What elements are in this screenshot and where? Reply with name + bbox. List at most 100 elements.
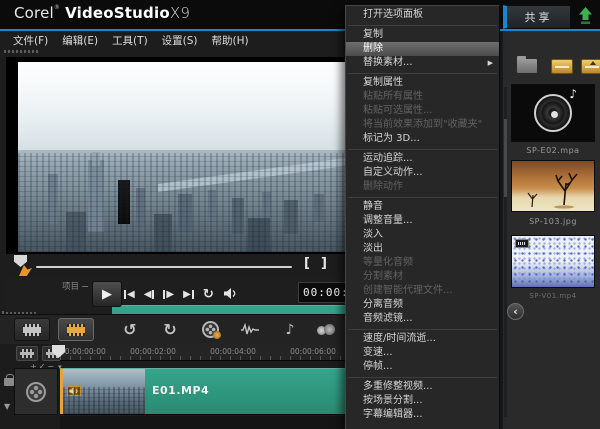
volume-icon[interactable] [223, 285, 238, 304]
music-note-icon: ♪ [569, 87, 577, 101]
menu-item-adjust-volume[interactable]: 调整音量... [346, 214, 499, 228]
menu-settings[interactable]: 设置(S) [162, 33, 198, 48]
collapse-panel-button[interactable]: ‹ [507, 303, 524, 320]
storyboard-view-button[interactable] [14, 318, 50, 341]
menu-tools[interactable]: 工具(T) [112, 33, 148, 48]
collapse-chevron-icon[interactable]: ▼ [4, 402, 10, 411]
preview-panel [6, 57, 345, 255]
menu-item-freeze-frame[interactable]: 停帧... [346, 360, 499, 374]
tab-share[interactable]: 共享 [503, 5, 571, 29]
app-logo: Corel® VideoStudioX9 [14, 4, 190, 22]
export-media-icon[interactable] [581, 59, 600, 74]
green-arrow-icon[interactable] [577, 6, 594, 25]
undo-button[interactable]: ↺ [118, 318, 142, 341]
trim-marker-icon[interactable] [19, 265, 32, 276]
timeline-view-button[interactable] [58, 318, 94, 341]
menu-item-motion-tracking[interactable]: 运动追踪... [346, 152, 499, 166]
menu-item-replace-clip[interactable]: 替换素材...▶ [346, 56, 499, 70]
videostudio-window: Corel® VideoStudioX9 共享 文件(F) 编辑(E) 工具(T)… [0, 0, 600, 429]
auto-music-button[interactable]: ♪ [278, 318, 302, 341]
folder-icon[interactable] [517, 59, 537, 73]
video-track-header[interactable] [14, 368, 58, 415]
menu-item-create-smart-proxy: 创建智能代理文件... [346, 284, 499, 298]
menu-edit[interactable]: 编辑(E) [62, 33, 98, 48]
menu-item-fade-in[interactable]: 淡入 [346, 228, 499, 242]
video-badge-icon [515, 239, 529, 248]
mark-out-button[interactable]: ] [321, 256, 327, 271]
menu-item-audio-normalize: 等量化音频 [346, 256, 499, 270]
track-manager-icon[interactable] [4, 378, 14, 386]
redo-button[interactable]: ↻ [158, 318, 182, 341]
brand-version: X9 [170, 4, 190, 22]
motion-tracking-button[interactable] [314, 318, 338, 341]
back-chevron-icon: ‹ [513, 306, 518, 317]
library-toolbar [503, 55, 600, 81]
menu-item-audio-filter[interactable]: 音频滤镜... [346, 312, 499, 326]
library-item-name: SP-E02.mpa [503, 146, 600, 155]
mode-project-label[interactable]: 项目 [52, 280, 88, 292]
registered-mark: ® [54, 4, 60, 11]
menu-item-subtitle-editor[interactable]: 字幕编辑器... [346, 408, 499, 422]
menu-item-mute[interactable]: 静音 [346, 200, 499, 214]
menu-item-customize-motion[interactable]: 自定义动作... [346, 166, 499, 180]
transport-controls: ◀ ◀ ▶ ▶ ↻ [124, 285, 238, 303]
ruler-tick: 00:00:06:00 [290, 347, 336, 356]
vinyl-record-icon: ♪ [534, 94, 572, 132]
previous-frame-button[interactable]: ◀ [144, 289, 155, 300]
scrubber-track[interactable] [36, 266, 292, 268]
beads-icon [316, 323, 336, 337]
mark-in-button[interactable]: [ [304, 256, 310, 271]
brand-corel: Corel [14, 4, 54, 22]
menu-item-speed-time-lapse[interactable]: 速度/时间流逝... [346, 332, 499, 346]
library-item-video[interactable] [511, 235, 595, 288]
film-reel-icon [202, 321, 219, 338]
sound-mixer-button[interactable] [238, 318, 262, 341]
menu-item-tag-as-3d[interactable]: 标记为 3D... [346, 132, 499, 146]
city-texture-overlay [18, 153, 345, 252]
ruler-tick: 00:00:00:00 [60, 347, 106, 356]
repeat-button[interactable]: ↻ [203, 287, 214, 302]
menu-item-split-audio[interactable]: 分离音频 [346, 298, 499, 312]
library-item-image[interactable] [511, 160, 595, 212]
menu-item-delete[interactable]: 删除 [346, 42, 499, 56]
menu-item-multi-trim-video[interactable]: 多重修整视频... [346, 380, 499, 394]
submenu-arrow-icon: ▶ [488, 56, 493, 70]
record-capture-button[interactable] [198, 318, 222, 341]
play-button[interactable]: ▶ [92, 281, 122, 307]
context-menu: 打开选项面板 复制 删除 替换素材...▶ 复制属性 粘贴所有属性 粘贴可选属性… [345, 5, 500, 429]
menu-item-open-options-panel[interactable]: 打开选项面板 [346, 8, 499, 22]
library-item-name: SP-V01.mp4 [503, 292, 600, 300]
menu-item-fade-out[interactable]: 淡出 [346, 242, 499, 256]
menu-file[interactable]: 文件(F) [13, 33, 48, 48]
menu-help[interactable]: 帮助(H) [212, 33, 249, 48]
preview-scrubber: [ ] [6, 254, 345, 278]
ruler-tick: 00:00:04:00 [210, 347, 256, 356]
play-icon: ▶ [102, 287, 112, 302]
tab-share-label: 共享 [525, 9, 553, 25]
video-preview[interactable] [18, 62, 345, 252]
scrubber-handle-icon[interactable] [14, 255, 27, 267]
import-media-icon[interactable] [551, 59, 573, 74]
menu-item-split-by-scene[interactable]: 按场景分割... [346, 394, 499, 408]
media-library-panel: ♪ SP-E02.mpa SP-103.jpg SP-V01.mp4 ‹ [500, 31, 600, 429]
clip-thumbnail [63, 369, 145, 414]
go-to-start-button[interactable]: ◀ [124, 289, 135, 300]
menu-item-variable-speed[interactable]: 变速... [346, 346, 499, 360]
music-note-icon: ♪ [286, 322, 295, 338]
clip-filename: E01.MP4 [152, 384, 209, 397]
menu-item-copy[interactable]: 复制 [346, 28, 499, 42]
next-frame-button[interactable]: ▶ [163, 289, 174, 300]
menu-item-split-clip: 分割素材 [346, 270, 499, 284]
go-to-end-button[interactable]: ▶ [183, 289, 194, 300]
library-scrollbar[interactable] [504, 87, 507, 417]
brand-product: VideoStudio [65, 4, 170, 22]
menu-item-copy-attributes[interactable]: 复制属性 [346, 76, 499, 90]
scrollbar-thumb[interactable] [504, 119, 507, 197]
playback-mode: 项目 素材 [52, 280, 88, 292]
show-all-tracks-button[interactable] [16, 346, 38, 361]
title-bar: Corel® VideoStudioX9 共享 [0, 0, 600, 29]
undo-icon: ↺ [123, 320, 136, 339]
panel-grip[interactable] [4, 50, 38, 53]
library-item-audio[interactable]: ♪ [511, 84, 595, 142]
menu-item-add-effect-to-favorites: 将当前效果添加到"收藏夹" [346, 118, 499, 132]
